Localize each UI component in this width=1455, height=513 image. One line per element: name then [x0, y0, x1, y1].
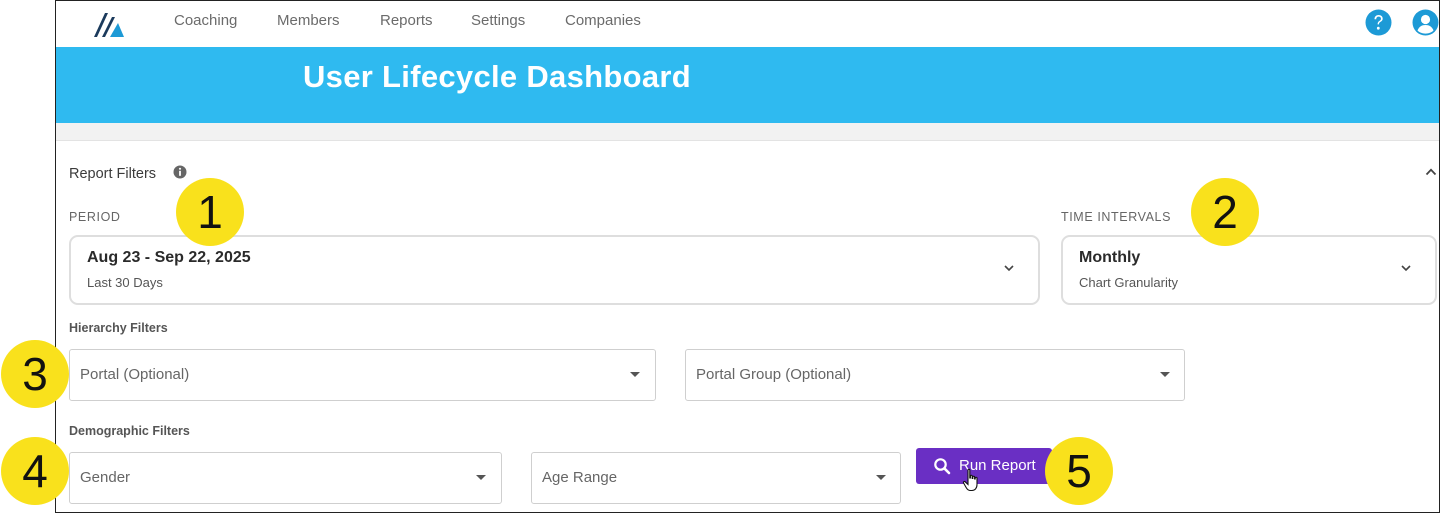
callout-5: 5	[1045, 437, 1113, 505]
nav-companies[interactable]: Companies	[565, 12, 641, 29]
banner-divider	[56, 123, 1439, 141]
nav-reports[interactable]: Reports	[380, 12, 433, 29]
interval-value: Monthly	[1079, 249, 1141, 266]
caret-down-icon	[476, 475, 486, 480]
report-filters-title: Report Filters	[69, 166, 157, 182]
gender-select[interactable]: Gender	[69, 452, 502, 504]
callout-3: 3	[1, 340, 69, 408]
caret-down-icon	[1160, 372, 1170, 377]
age-range-placeholder: Age Range	[542, 469, 618, 486]
nav-coaching[interactable]: Coaching	[174, 12, 237, 29]
period-value: Aug 23 - Sep 22, 2025	[87, 249, 251, 266]
nav-members[interactable]: Members	[277, 12, 340, 29]
info-icon[interactable]	[173, 165, 187, 179]
time-intervals-label: TIME INTERVALS	[1061, 210, 1172, 224]
search-icon	[934, 458, 951, 475]
chevron-down-icon	[1401, 265, 1411, 272]
user-circle-icon[interactable]	[1412, 9, 1439, 36]
hierarchy-filters-label: Hierarchy Filters	[69, 321, 168, 335]
chevron-down-icon	[1004, 265, 1014, 272]
age-range-select[interactable]: Age Range	[531, 452, 901, 504]
period-label: PERIOD	[69, 210, 121, 224]
app-frame: Coaching Members Reports Settings Compan…	[55, 0, 1440, 513]
callout-1: 1	[176, 178, 244, 246]
hand-pointer-icon	[962, 468, 978, 492]
chevron-up-icon[interactable]	[1424, 165, 1438, 179]
page-title: User Lifecycle Dashboard	[303, 59, 691, 94]
portal-group-placeholder: Portal Group (Optional)	[696, 366, 852, 383]
interval-sub: Chart Granularity	[1079, 275, 1178, 290]
demographic-filters-label: Demographic Filters	[69, 424, 190, 438]
dashboard-banner: User Lifecycle Dashboard	[56, 47, 1439, 123]
period-sub: Last 30 Days	[87, 275, 163, 290]
callout-2: 2	[1191, 178, 1259, 246]
top-nav: Coaching Members Reports Settings Compan…	[56, 1, 1439, 47]
callout-4: 4	[1, 437, 69, 505]
question-circle-icon[interactable]	[1365, 9, 1392, 36]
logo-icon[interactable]	[90, 9, 126, 39]
caret-down-icon	[876, 475, 886, 480]
time-interval-picker[interactable]: Monthly Chart Granularity	[1061, 235, 1437, 305]
nav-settings[interactable]: Settings	[471, 12, 525, 29]
run-report-button[interactable]: Run Report	[916, 448, 1052, 484]
portal-group-select[interactable]: Portal Group (Optional)	[685, 349, 1185, 401]
gender-placeholder: Gender	[80, 469, 131, 486]
caret-down-icon	[630, 372, 640, 377]
portal-placeholder: Portal (Optional)	[80, 366, 190, 383]
portal-select[interactable]: Portal (Optional)	[69, 349, 656, 401]
